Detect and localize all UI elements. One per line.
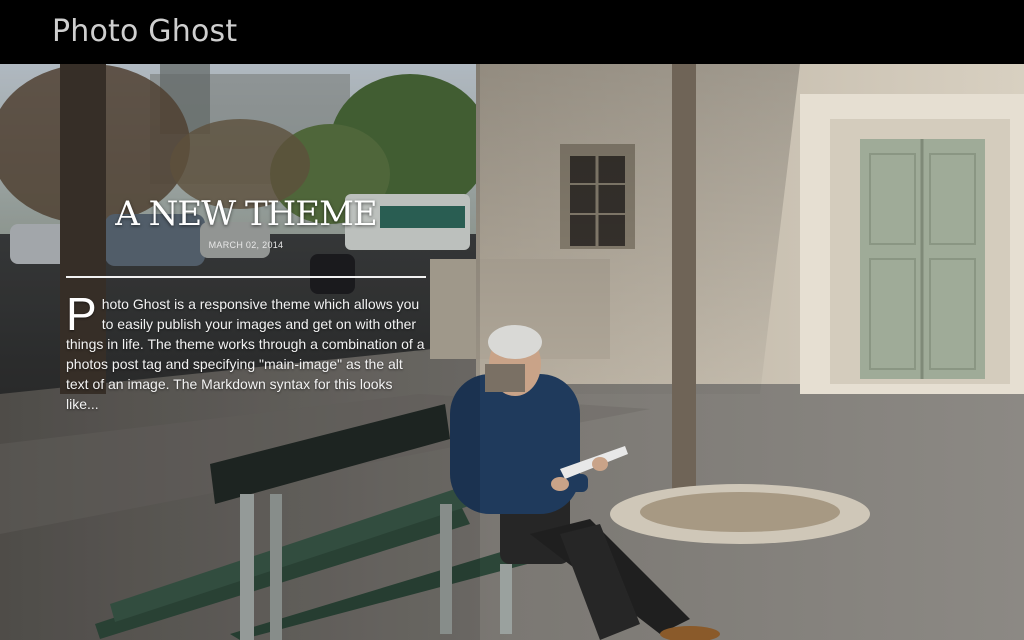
hero-image: A NEW THEME MARCH 02, 2014 Photo Ghost i…	[0, 64, 1024, 640]
post-excerpt: Photo Ghost is a responsive theme which …	[66, 288, 426, 414]
top-bar: Photo Ghost	[0, 0, 1024, 64]
post-preview: A NEW THEME MARCH 02, 2014 Photo Ghost i…	[66, 194, 426, 428]
post-date: MARCH 02, 2014	[208, 240, 284, 250]
post-title[interactable]: A NEW THEME	[66, 194, 426, 234]
excerpt-text: hoto Ghost is a responsive theme which a…	[66, 296, 425, 412]
excerpt-dropcap: P	[66, 288, 97, 340]
site-title-link[interactable]: Photo Ghost	[52, 14, 237, 49]
title-divider	[66, 276, 426, 278]
